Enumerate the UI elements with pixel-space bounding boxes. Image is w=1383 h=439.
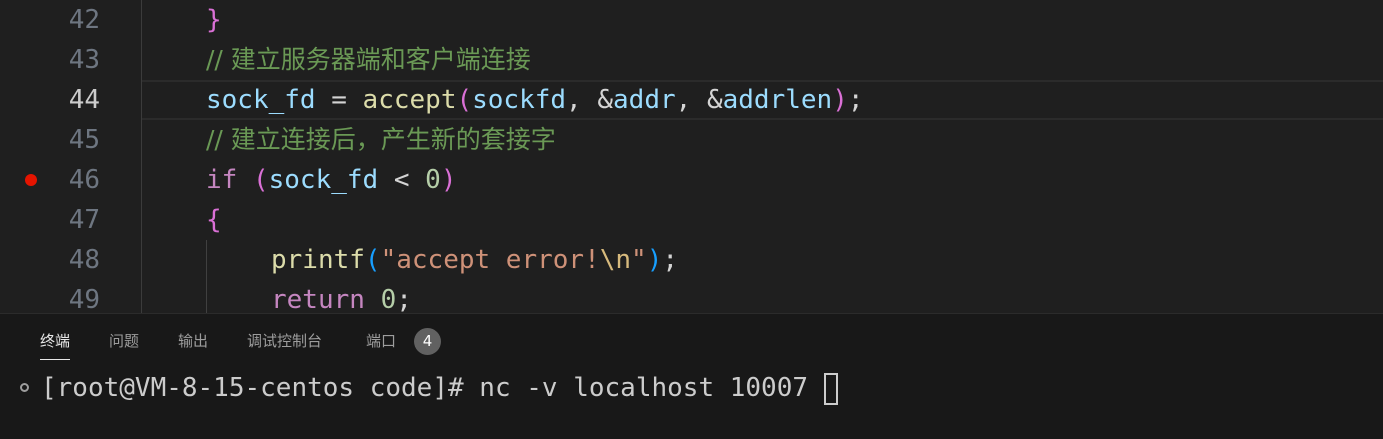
terminal-cursor [824,373,838,405]
code-editor[interactable]: 42 } 43 // 建立服务器端和客户端连接 44 sock_fd = acc… [0,0,1383,313]
token-bracket: ) [646,245,663,275]
token-bracket: ) [832,85,848,115]
token-punct: , & [675,85,723,115]
token-operator: = [315,85,363,115]
tab-terminal[interactable]: 终端 [40,330,71,360]
token-variable: sockfd [472,85,567,115]
line-number: 46 [68,165,100,195]
command-status-icon[interactable] [20,383,29,392]
breakpoint-icon[interactable] [25,174,37,186]
line-number: 48 [68,245,100,275]
line-number-active: 44 [68,85,100,115]
line-number: 42 [68,5,100,35]
token-bracket: ( [252,165,269,195]
code-line-45[interactable]: 45 // 建立连接后，产生新的套接字 [0,120,1383,160]
code-text: printf("accept error!\n"); [271,240,678,280]
code-comment: // 建立连接后，产生新的套接字 [206,125,556,154]
tab-ports[interactable]: 端口 [366,330,396,351]
indent-guide [206,240,207,313]
terminal-prompt: [root@VM-8-15-centos code]# nc -v localh… [41,373,809,403]
code-line-47[interactable]: 47 { [0,200,1383,240]
line-number: 49 [68,285,100,313]
token-operator: < [378,165,426,195]
terminal[interactable]: [root@VM-8-15-centos code]# nc -v localh… [0,372,1383,408]
line-number: 43 [68,45,100,75]
panel-tabs: 终端 问题 输出 调试控制台 端口 4 [0,314,1383,368]
token-punct: ; [847,85,864,115]
code-text: return 0; [271,280,412,313]
code-line-42[interactable]: 42 } [0,0,1383,40]
token-number: 0 [425,165,441,195]
bottom-panel: 终端 问题 输出 调试控制台 端口 4 [root@VM-8-15-centos… [0,313,1383,439]
token-variable: addrlen [722,85,833,115]
token-escape: \n [599,245,632,275]
token-variable: addr [613,85,676,115]
code-line-49[interactable]: 49 return 0; [0,280,1383,313]
tab-debug-console[interactable]: 调试控制台 [247,330,322,351]
code-line-43[interactable]: 43 // 建立服务器端和客户端连接 [0,40,1383,80]
code-text: if (sock_fd < 0) [206,160,456,200]
token-string: "accept error! [380,245,600,275]
token-bracket: ( [456,85,473,115]
token-variable: sock_fd [268,165,379,195]
line-number: 47 [68,205,100,235]
token-function: accept [362,85,457,115]
code-comment: // 建立服务器端和客户端连接 [206,45,531,74]
token-punct: ; [662,245,679,275]
code-line-48[interactable]: 48 printf("accept error!\n"); [0,240,1383,280]
code-line-44[interactable]: 44 sock_fd = accept(sockfd, &addr, &addr… [0,80,1383,120]
tab-problems[interactable]: 问题 [109,330,139,351]
token-keyword: return [271,285,365,313]
token-keyword: if [206,165,238,195]
code-text: { [206,205,222,235]
token-function: printf [271,245,365,275]
token-punct: ; [396,285,412,313]
line-number: 45 [68,125,100,155]
ports-count-badge: 4 [414,328,441,355]
token-number: 0 [380,285,397,313]
token-punct: , & [566,85,614,115]
code-line-46[interactable]: 46 if (sock_fd < 0) [0,160,1383,200]
token-string: " [631,245,647,275]
tab-output[interactable]: 输出 [178,330,208,351]
token-bracket: ) [440,165,457,195]
token-variable: sock_fd [206,85,316,115]
code-text: sock_fd = accept(sockfd, &addr, &addrlen… [206,80,864,120]
code-text: } [206,5,222,35]
token-bracket: ( [364,245,381,275]
